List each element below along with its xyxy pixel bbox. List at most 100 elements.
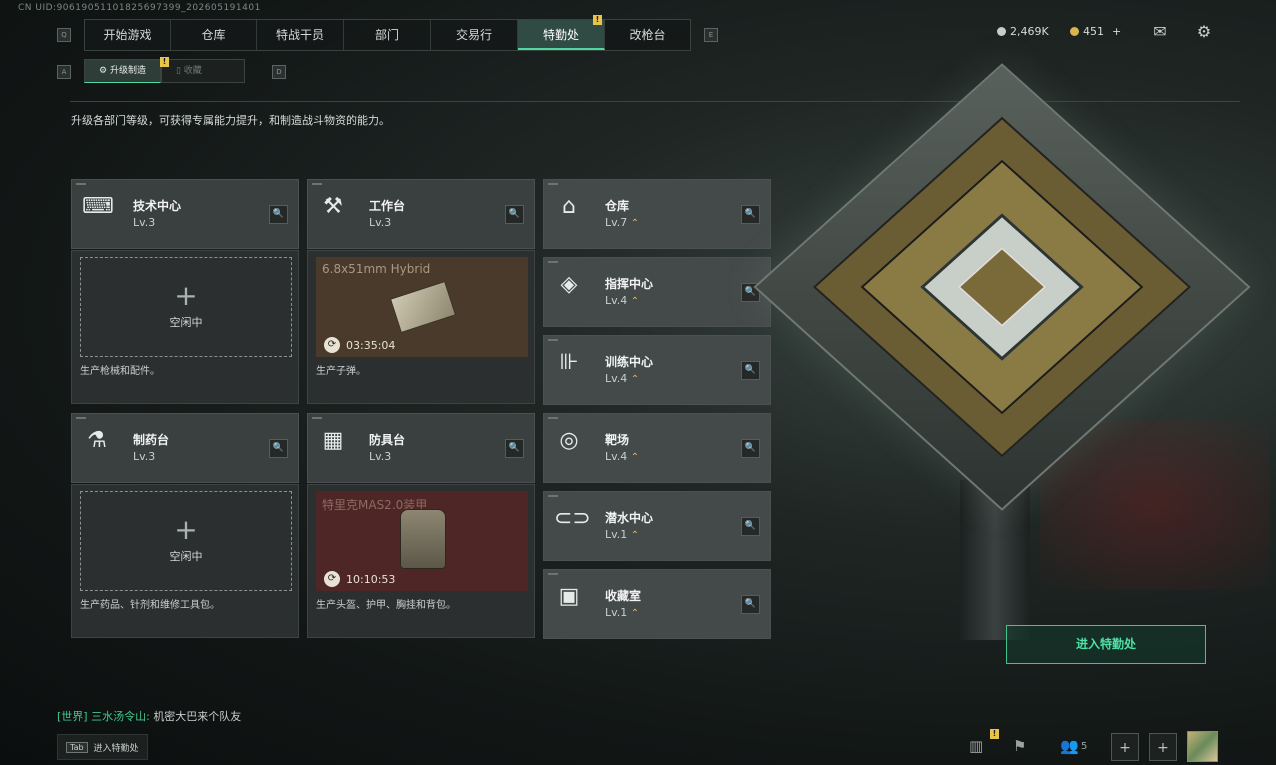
dept-card-collection-room[interactable]: ▣ 收藏室 Lv.1 ⌃ 🔍 bbox=[543, 569, 771, 639]
card-tick bbox=[548, 573, 558, 575]
enter-special-ops-button[interactable]: 进入特勤处 bbox=[1006, 625, 1206, 664]
nav-key-left: Q bbox=[57, 28, 71, 42]
subtab-upgrade-craft-label: 升级制造 bbox=[109, 66, 146, 76]
friends-icon[interactable]: 👥 bbox=[1060, 737, 1079, 755]
dept-level: Lv.7 ⌃ bbox=[605, 216, 639, 229]
production-job[interactable]: 特里克MAS2.0装甲 ⟳ 10:10:53 bbox=[316, 491, 528, 591]
production-slot-tech-center[interactable]: + 空闲中 生产枪械和配件。 bbox=[71, 250, 299, 404]
tab-departments[interactable]: 部门 bbox=[344, 20, 431, 50]
dept-level: Lv.1 ⌃ bbox=[605, 528, 639, 541]
add-teammate-button-1[interactable]: + bbox=[1111, 733, 1139, 761]
idle-label: 空闲中 bbox=[169, 550, 203, 563]
silver-currency: 2,469K bbox=[997, 25, 1049, 38]
dept-card-pharmacy[interactable]: ⚗ 制药台 Lv.3 🔍 bbox=[71, 413, 299, 483]
card-tick bbox=[548, 183, 558, 185]
collection-room-icon: ▣ bbox=[558, 584, 580, 609]
idle-slot[interactable]: + 空闲中 bbox=[80, 491, 292, 591]
card-tick bbox=[548, 495, 558, 497]
search-icon[interactable]: 🔍 bbox=[269, 439, 288, 458]
search-icon[interactable]: 🔍 bbox=[741, 439, 760, 458]
dept-card-command-center[interactable]: ◈ 指挥中心 Lv.4 ⌃ 🔍 bbox=[543, 257, 771, 327]
gold-amount: 451 bbox=[1083, 25, 1104, 38]
dept-card-diving-center[interactable]: ⊂⊃ 潜水中心 Lv.1 ⌃ 🔍 bbox=[543, 491, 771, 561]
subtab-collection[interactable]: ▯ 收藏 bbox=[160, 59, 245, 83]
dept-card-workbench[interactable]: ⚒ 工作台 Lv.3 🔍 bbox=[307, 179, 535, 249]
search-icon[interactable]: 🔍 bbox=[741, 595, 760, 614]
search-icon[interactable]: 🔍 bbox=[505, 205, 524, 224]
command-center-icon: ◈ bbox=[560, 272, 578, 297]
subtab-upgrade-craft[interactable]: ⚙ 升级制造 bbox=[84, 59, 161, 83]
collection-icon: ▯ bbox=[175, 66, 181, 76]
craft-icon: ⚙ bbox=[99, 66, 108, 76]
card-tick bbox=[312, 417, 322, 419]
dept-card-training-center[interactable]: ⊪ 训练中心 Lv.4 ⌃ 🔍 bbox=[543, 335, 771, 405]
idle-slot[interactable]: + 空闲中 bbox=[80, 257, 292, 357]
card-tick bbox=[76, 183, 86, 185]
avatar[interactable] bbox=[1187, 731, 1218, 762]
production-slot-armor-bench[interactable]: 特里克MAS2.0装甲 ⟳ 10:10:53 生产头盔、护甲、胸挂和背包。 bbox=[307, 484, 535, 638]
mail-icon[interactable]: ✉ bbox=[1151, 23, 1169, 41]
production-desc: 生产头盔、护甲、胸挂和背包。 bbox=[316, 600, 456, 611]
idle-label: 空闲中 bbox=[169, 316, 203, 329]
dept-level: Lv.1 ⌃ bbox=[605, 606, 639, 619]
tab-warehouse[interactable]: 仓库 bbox=[171, 20, 257, 50]
level-text: Lv.4 bbox=[605, 294, 628, 307]
dept-name: 收藏室 bbox=[605, 589, 642, 603]
gear-icon[interactable]: ⚙ bbox=[1195, 23, 1213, 41]
dept-name: 指挥中心 bbox=[605, 277, 654, 291]
workbench-icon: ⚒ bbox=[323, 194, 343, 219]
timer-value: 10:10:53 bbox=[346, 572, 396, 586]
tab-hint-label: 进入特勤处 bbox=[93, 743, 139, 754]
search-icon[interactable]: 🔍 bbox=[741, 205, 760, 224]
friends-count: 5 bbox=[1081, 741, 1088, 752]
production-desc: 生产子弹。 bbox=[316, 366, 366, 377]
chat-line[interactable]: [世界] 三水汤令山: 机密大巴来个队友 bbox=[57, 708, 241, 724]
upgrade-arrow-icon: ⌃ bbox=[630, 530, 640, 541]
dept-name: 仓库 bbox=[605, 199, 630, 213]
upgrade-arrow-icon: ⌃ bbox=[630, 608, 640, 619]
dept-name: 工作台 bbox=[369, 199, 406, 213]
upgrade-arrow-icon: ⌃ bbox=[630, 296, 640, 307]
dept-card-tech-center[interactable]: ⌨ 技术中心 Lv.3 🔍 bbox=[71, 179, 299, 249]
stats-icon[interactable]: ▥ bbox=[969, 737, 983, 755]
dept-name: 制药台 bbox=[133, 433, 170, 447]
job-timer: ⟳ 03:35:04 bbox=[324, 337, 395, 353]
ammo-box-icon bbox=[389, 280, 457, 334]
dept-card-armor-bench[interactable]: ▦ 防具台 Lv.3 🔍 bbox=[307, 413, 535, 483]
add-icon: + bbox=[174, 279, 198, 312]
tab-shortcut-hint[interactable]: Tab 进入特勤处 bbox=[57, 734, 148, 760]
search-icon[interactable]: 🔍 bbox=[505, 439, 524, 458]
dept-card-shooting-range[interactable]: ◎ 靶场 Lv.4 ⌃ 🔍 bbox=[543, 413, 771, 483]
dept-name: 技术中心 bbox=[133, 199, 182, 213]
silver-amount: 2,469K bbox=[1010, 25, 1049, 38]
dept-level: Lv.4 ⌃ bbox=[605, 372, 639, 385]
header-divider bbox=[70, 101, 1240, 102]
subnav-key-right: D bbox=[272, 65, 286, 79]
tab-special-ops[interactable]: 特勤处 bbox=[518, 20, 605, 50]
warehouse-icon: ⌂ bbox=[562, 194, 576, 219]
dept-level: Lv.4 ⌃ bbox=[605, 450, 639, 463]
upgrade-arrow-icon: ⌃ bbox=[630, 452, 640, 463]
uid-label: CN UID:90619051101825697399_202605191401 bbox=[18, 3, 261, 13]
timer-value: 03:35:04 bbox=[346, 338, 396, 352]
level-text: Lv.4 bbox=[605, 450, 628, 463]
armor-vest-icon bbox=[400, 509, 446, 569]
nav-key-right: E bbox=[704, 28, 718, 42]
dept-card-warehouse[interactable]: ⌂ 仓库 Lv.7 ⌃ 🔍 bbox=[543, 179, 771, 249]
add-teammate-button-2[interactable]: + bbox=[1149, 733, 1177, 761]
production-slot-workbench[interactable]: 6.8x51mm Hybrid ⟳ 03:35:04 生产子弹。 bbox=[307, 250, 535, 404]
search-icon[interactable]: 🔍 bbox=[269, 205, 288, 224]
tab-start-game[interactable]: 开始游戏 bbox=[85, 20, 171, 50]
production-job[interactable]: 6.8x51mm Hybrid ⟳ 03:35:04 bbox=[316, 257, 528, 357]
search-icon[interactable]: 🔍 bbox=[741, 361, 760, 380]
gold-currency: 451 + bbox=[1070, 25, 1121, 38]
gold-add-button[interactable]: + bbox=[1112, 25, 1121, 38]
tab-gunsmith[interactable]: 改枪台 bbox=[605, 20, 690, 50]
search-icon[interactable]: 🔍 bbox=[741, 517, 760, 536]
tab-trading[interactable]: 交易行 bbox=[431, 20, 518, 50]
level-text: Lv.1 bbox=[605, 606, 628, 619]
dept-level: Lv.3 bbox=[369, 450, 392, 463]
flag-icon[interactable]: ⚑ bbox=[1013, 737, 1026, 755]
tab-operators[interactable]: 特战干员 bbox=[257, 20, 344, 50]
production-slot-pharmacy[interactable]: + 空闲中 生产药品、针剂和维修工具包。 bbox=[71, 484, 299, 638]
